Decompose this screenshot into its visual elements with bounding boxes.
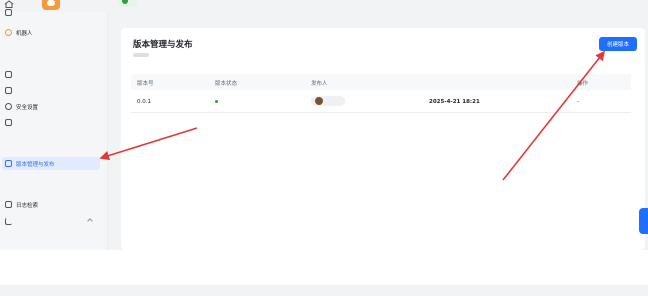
floating-help-button[interactable] bbox=[639, 208, 648, 234]
sidebar-item-log-search[interactable]: 日志检索 bbox=[2, 198, 100, 211]
publish-time: 2025-4-21 18:21 bbox=[429, 99, 480, 105]
check-circle-icon bbox=[122, 0, 128, 4]
version-management-card: 版本管理与发布 创建版本 版本号 版本状态 发布人 操作 0.0.1 2025-… bbox=[121, 28, 645, 250]
app-window: 机器人 安全设置 版本管理与发布 日志检索 版本管理与发布 创建版本 版本号 版… bbox=[0, 0, 648, 250]
column-header-version: 版本号 bbox=[137, 81, 154, 87]
sidebar-item-app-capability[interactable] bbox=[2, 6, 100, 19]
row-action: - bbox=[577, 99, 579, 105]
column-header-status: 版本状态 bbox=[215, 81, 238, 87]
sidebar-item-version-release[interactable]: 版本管理与发布 bbox=[2, 157, 100, 170]
chevron-up-icon[interactable] bbox=[87, 218, 93, 224]
lock-icon bbox=[5, 71, 12, 78]
release-icon bbox=[5, 160, 12, 167]
publish-status-badge bbox=[118, 0, 137, 7]
sidebar-item-bot[interactable]: 机器人 bbox=[2, 26, 100, 39]
grid-icon bbox=[5, 9, 12, 16]
bot-icon bbox=[5, 29, 12, 36]
status-dot bbox=[215, 100, 218, 103]
sidebar-item-label: 机器人 bbox=[16, 30, 33, 37]
column-header-action: 操作 bbox=[577, 81, 589, 87]
bottom-band bbox=[0, 285, 648, 296]
sidebar-item-test-users[interactable] bbox=[2, 116, 100, 129]
sidebar: 机器人 安全设置 版本管理与发布 日志检索 bbox=[0, 9, 108, 250]
sidebar-item-label: 日志检索 bbox=[16, 202, 39, 209]
table-header: 版本号 版本状态 发布人 操作 bbox=[131, 74, 631, 90]
sidebar-item-events[interactable] bbox=[2, 84, 100, 97]
sidebar-item-label: 版本管理与发布 bbox=[16, 161, 55, 168]
column-header-publisher: 发布人 bbox=[311, 81, 328, 87]
sidebar-item-user-retention[interactable] bbox=[2, 231, 100, 244]
version-status bbox=[215, 99, 221, 105]
create-version-button[interactable]: 创建版本 bbox=[599, 37, 637, 51]
table-row[interactable]: 0.0.1 2025-4-21 18:21 - bbox=[131, 91, 631, 113]
version-number: 0.0.1 bbox=[137, 99, 151, 105]
sidebar-item-security[interactable]: 安全设置 bbox=[2, 100, 100, 113]
test-icon bbox=[5, 119, 12, 126]
event-icon bbox=[5, 87, 12, 94]
page-description bbox=[133, 53, 149, 57]
sidebar-item-permission[interactable] bbox=[2, 68, 100, 81]
page-title: 版本管理与发布 bbox=[133, 40, 193, 50]
sidebar-item-dashboard[interactable] bbox=[2, 215, 100, 228]
bar-chart-icon bbox=[5, 218, 12, 225]
sidebar-item-label: 安全设置 bbox=[16, 104, 39, 111]
log-icon bbox=[5, 201, 12, 208]
bottom-strip bbox=[0, 250, 648, 296]
avatar bbox=[315, 97, 323, 105]
shield-icon bbox=[5, 103, 12, 110]
